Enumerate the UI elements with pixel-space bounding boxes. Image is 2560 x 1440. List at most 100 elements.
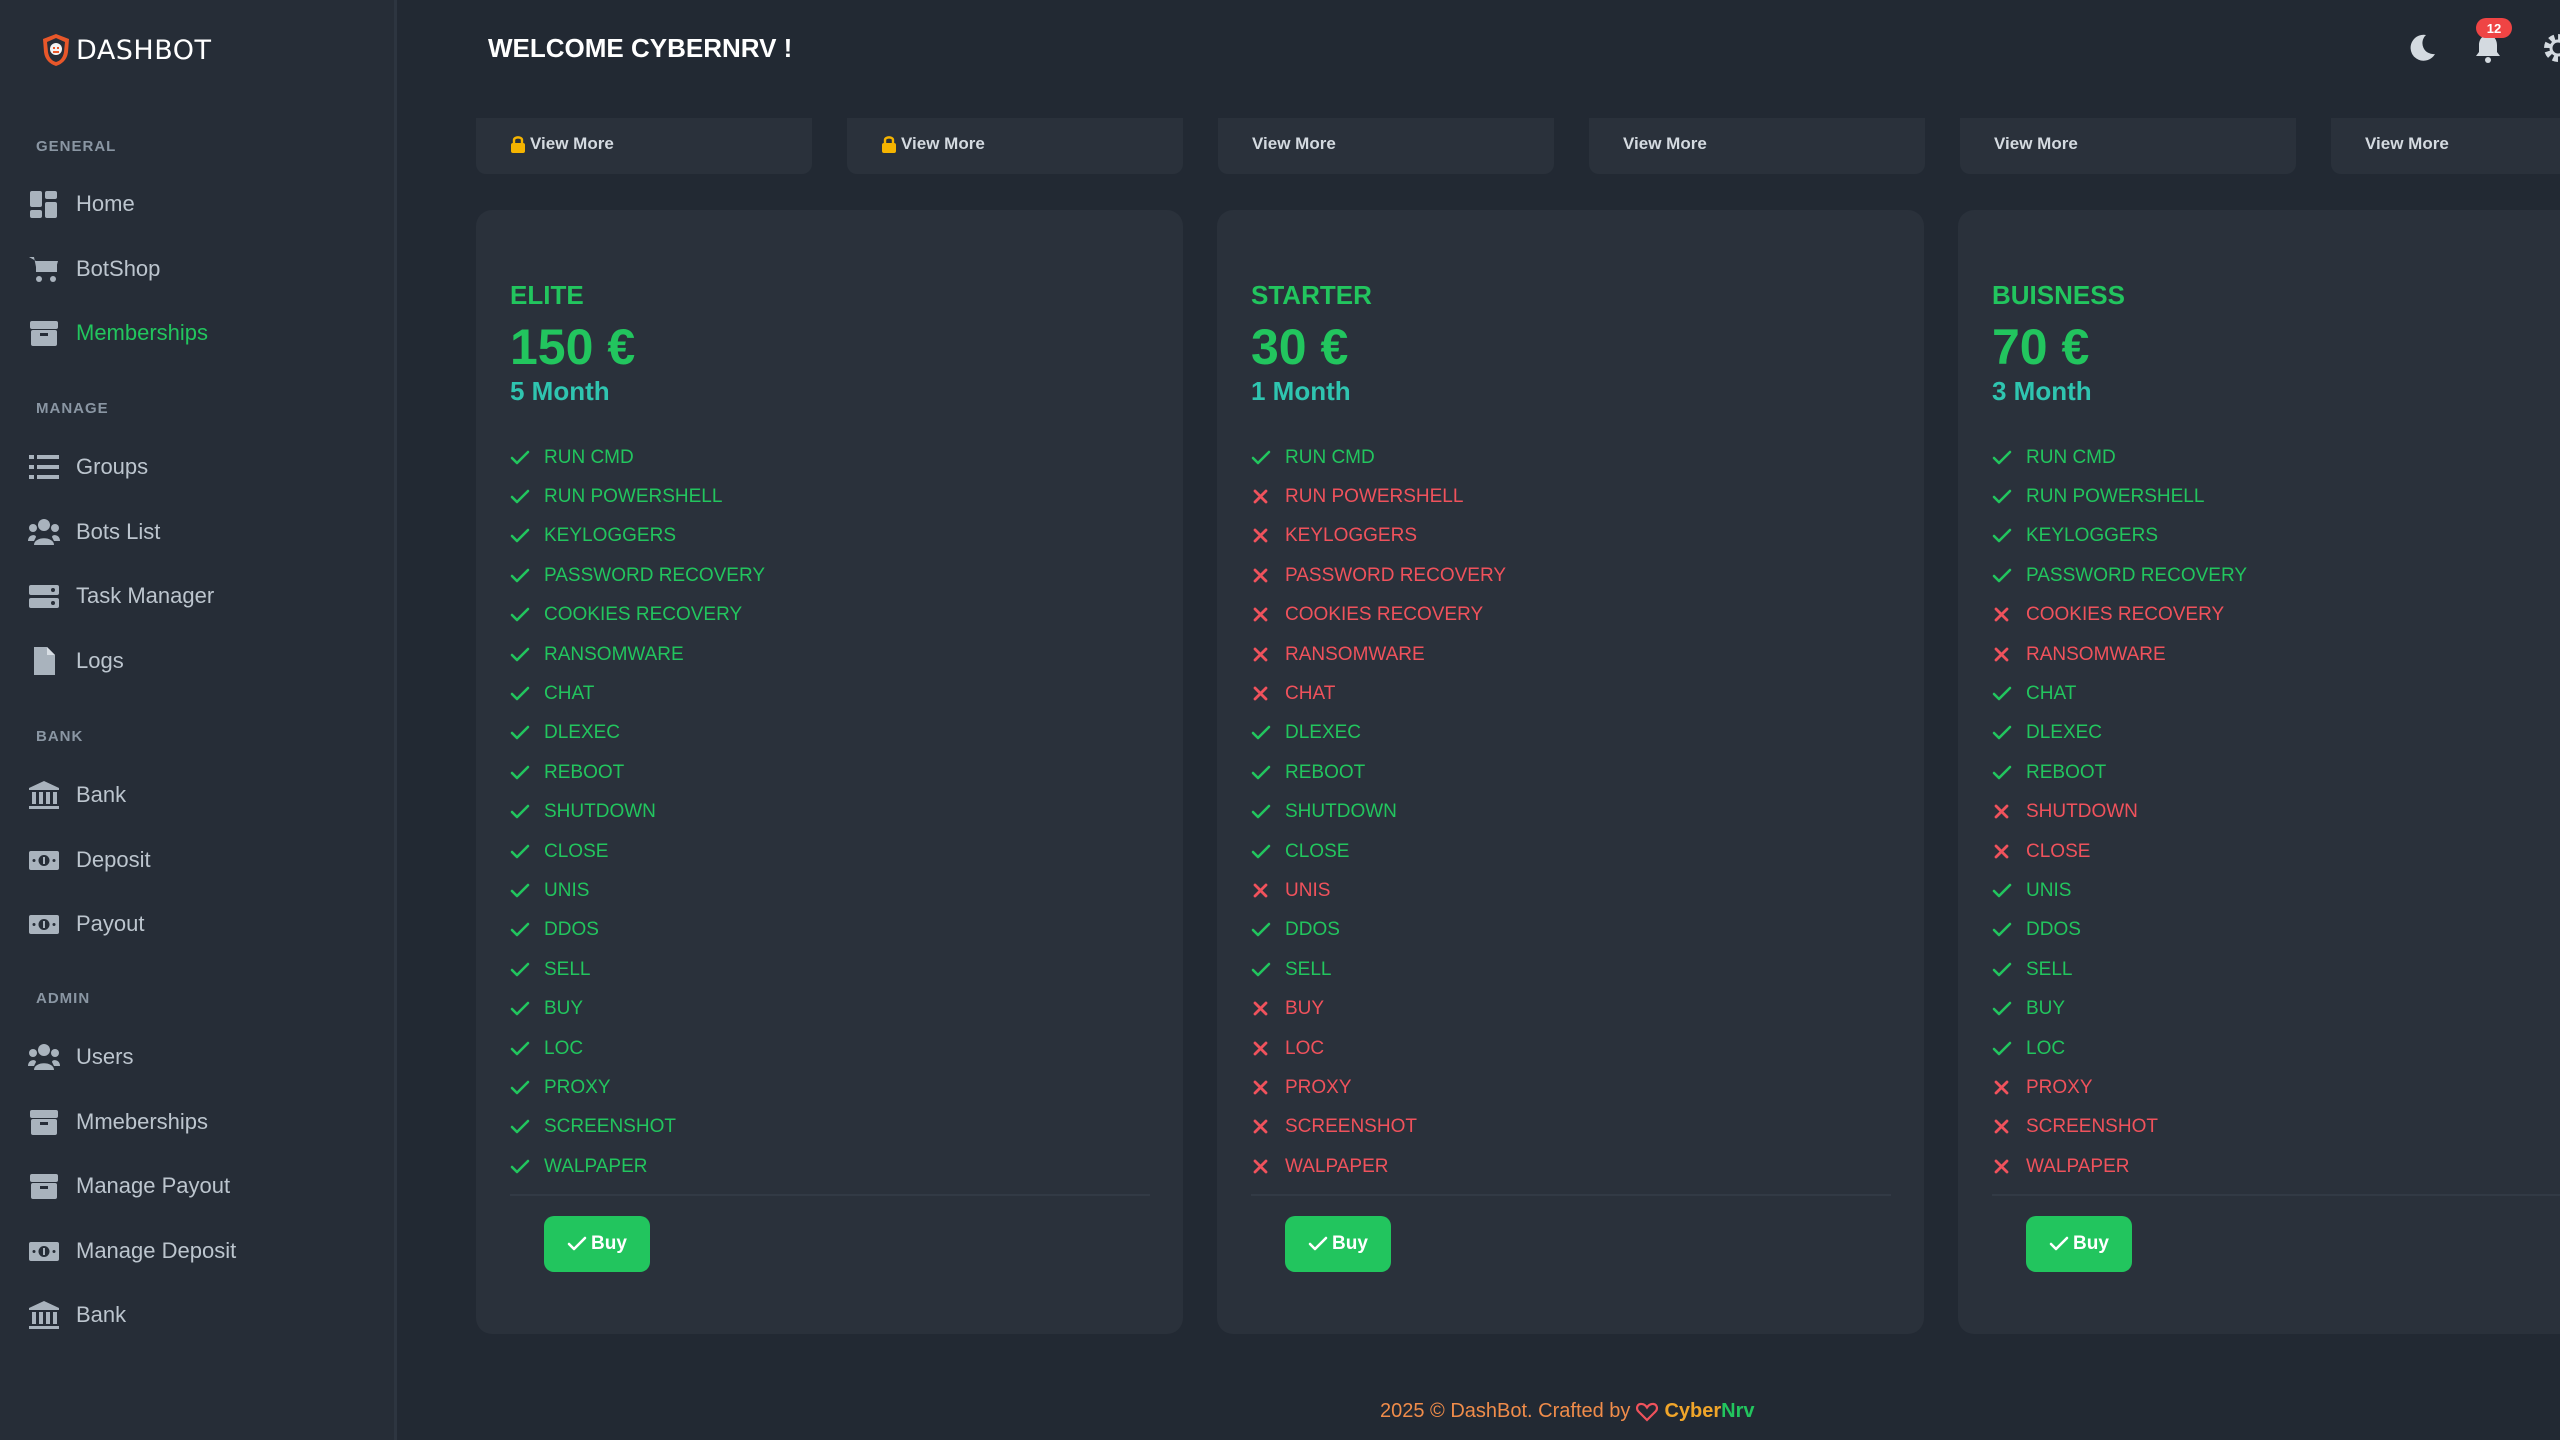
feature-item: DLEXEC [510,714,1150,753]
feature-item: DDOS [1992,911,2560,950]
check-icon [1992,765,2012,780]
feature-label: COOKIES RECOVERY [2026,604,2225,626]
sidebar-item-label: Task Manager [76,583,215,608]
plan-price: 150 € [510,319,636,375]
feature-label: SCREENSHOT [544,1116,676,1138]
buy-button[interactable]: Buy [2026,1216,2132,1272]
check-icon [510,1080,530,1095]
box-icon [30,1174,58,1199]
feature-label: COOKIES RECOVERY [1285,604,1484,626]
sidebar-item-payout[interactable]: Payout [28,900,145,948]
box-icon [28,1105,66,1139]
check-icon [510,883,530,898]
list-icon [28,450,66,484]
check-icon [510,804,530,819]
sidebar-item-bank[interactable]: Bank [28,1291,126,1339]
sidebar-item-home[interactable]: Home [28,180,135,228]
file-icon [34,646,55,675]
check-icon [510,489,530,504]
feature-label: REBOOT [2026,761,2107,783]
feature-label: PROXY [1285,1076,1352,1098]
users-icon [28,1044,60,1070]
feature-item: CHAT [1251,674,1891,713]
feature-item: RUN CMD [1992,438,2560,477]
check-icon [510,962,530,977]
feature-label: CHAT [1285,683,1336,705]
feature-label: PASSWORD RECOVERY [2026,564,2248,586]
sidebar-item-manage-deposit[interactable]: Manage Deposit [28,1227,236,1275]
sidebar-item-deposit[interactable]: Deposit [28,836,151,884]
sidebar-item-label: Memberships [76,320,209,345]
view-more-link[interactable]: View More [510,134,614,154]
top-card: View More [1218,118,1554,174]
sidebar-item-bots-list[interactable]: Bots List [28,508,160,556]
buy-button[interactable]: Buy [544,1216,650,1272]
sidebar-item-label: Manage Payout [76,1173,231,1198]
check-icon [510,529,530,543]
feature-item: BUY [1251,989,1891,1028]
plan-duration: 5 Month [510,376,610,406]
feature-item: REBOOT [1992,753,2560,792]
buy-button[interactable]: Buy [1285,1216,1391,1272]
shield-logo-icon [43,34,69,66]
cross-icon [1994,1080,2009,1095]
view-more-link[interactable]: View More [1994,134,2078,154]
view-more-link[interactable]: View More [881,134,985,154]
feature-item: RANSOMWARE [1992,635,2560,674]
sidebar-item-task-manager[interactable]: Task Manager [28,572,214,620]
feature-label: CHAT [544,683,595,705]
feature-label: BUY [1285,998,1325,1020]
feature-item: SHUTDOWN [1251,793,1891,832]
cart-icon [29,256,58,282]
view-more-label: View More [2365,134,2449,153]
check-icon [1992,1001,2012,1016]
bank-icon [29,781,59,809]
feature-item: CLOSE [1992,832,2560,871]
sidebar-item-mmeberships[interactable]: Mmeberships [28,1098,208,1146]
section-title-admin: ADMIN [36,990,91,1007]
feature-item: BUY [1992,989,2560,1028]
view-more-link[interactable]: View More [1252,134,1336,154]
feature-item: PROXY [510,1068,1150,1107]
money-icon [29,850,59,870]
feature-item: RANSOMWARE [510,635,1150,674]
feature-item: COOKIES RECOVERY [1992,596,2560,635]
feature-label: KEYLOGGERS [544,525,676,547]
sidebar-item-manage-payout[interactable]: Manage Payout [28,1162,230,1210]
plan-name: STARTER [1251,280,1372,310]
feature-label: SCREENSHOT [2026,1116,2158,1138]
feature-item: PASSWORD RECOVERY [1251,556,1891,595]
check-icon [510,1001,530,1016]
moon-icon[interactable] [2404,30,2440,66]
plan-duration: 1 Month [1251,376,1351,406]
app-logo[interactable]: DASHBOT [40,32,212,68]
sidebar-item-users[interactable]: Users [28,1033,133,1081]
feature-label: SHUTDOWN [2026,801,2138,823]
view-more-link[interactable]: View More [2365,134,2449,154]
footer-text: 2025 © DashBot. Crafted by [1380,1400,1631,1422]
footer-brand-b[interactable]: Nrv [1721,1400,1754,1423]
sidebar-item-groups[interactable]: Groups [28,443,148,491]
sidebar-item-bank[interactable]: Bank [28,771,126,819]
feature-label: WALPAPER [2026,1155,2130,1177]
buy-label: Buy [591,1233,627,1254]
sidebar-item-label: Deposit [76,846,151,872]
view-more-link[interactable]: View More [1623,134,1707,154]
feature-item: KEYLOGGERS [510,517,1150,556]
users-icon [28,515,66,549]
feature-label: RANSOMWARE [544,643,684,665]
feature-item: COOKIES RECOVERY [510,596,1150,635]
footer-brand-a[interactable]: Cyber [1664,1400,1721,1423]
feature-item: WALPAPER [1251,1147,1891,1186]
sidebar-item-botshop[interactable]: BotShop [28,245,160,293]
sidebar-item-logs[interactable]: Logs [28,637,124,685]
sidebar-item-memberships[interactable]: Memberships [28,309,208,357]
feature-label: PROXY [2026,1076,2093,1098]
money-icon [28,907,66,941]
server-icon [29,585,59,608]
check-icon [510,686,530,701]
feature-item: UNIS [510,871,1150,910]
feature-label: RUN CMD [544,446,634,468]
gear-icon[interactable] [2540,30,2560,66]
feature-list: RUN CMD RUN POWERSHELL KEYLOGGERS PASSWORD … [1251,438,1891,1197]
